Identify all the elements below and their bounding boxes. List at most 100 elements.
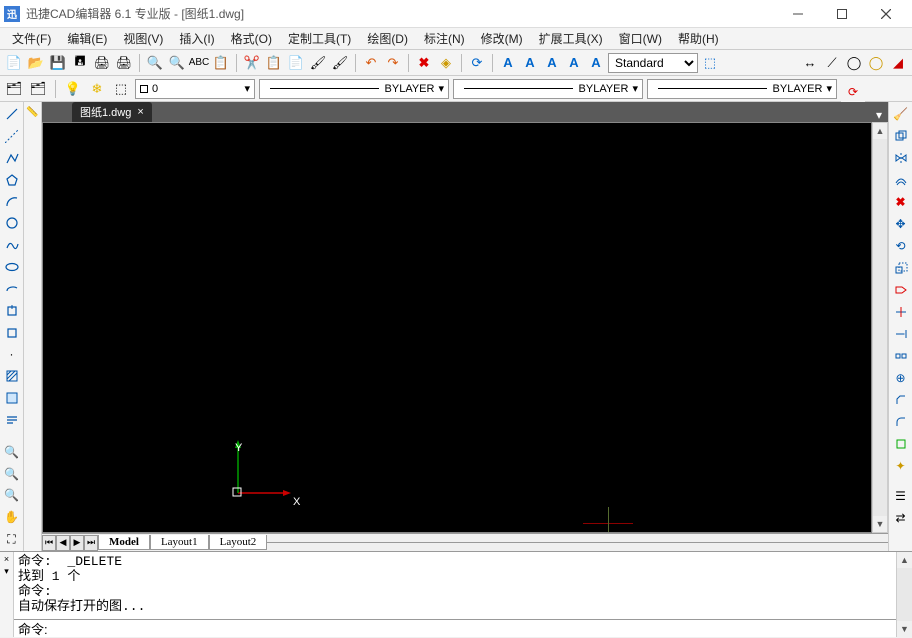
fillet-square-icon[interactable] (891, 434, 911, 454)
layout-nav-prev-icon[interactable]: ◀ (56, 535, 70, 551)
ellipse-tool-icon[interactable] (2, 257, 22, 277)
explode-icon[interactable]: ✦ (891, 456, 911, 476)
layer-prev-icon[interactable]: 🗂 (28, 79, 48, 99)
toggle-icon[interactable]: ⇄ (891, 508, 911, 528)
zoom-extents-icon[interactable]: ⛶ (2, 529, 22, 549)
undo-icon[interactable]: ↶ (361, 53, 381, 73)
layer-manager-icon[interactable]: 🗂 (4, 79, 24, 99)
mirror-icon[interactable] (891, 148, 911, 168)
text-find-icon[interactable]: A (586, 53, 606, 73)
copy-obj-icon[interactable] (891, 126, 911, 146)
polyline-tool-icon[interactable] (2, 148, 22, 168)
print-preview-icon[interactable]: 🖨 (114, 53, 134, 73)
zoom-realtime-icon[interactable]: 🔍 (2, 464, 22, 484)
menu-dimension[interactable]: 标注(N) (416, 28, 473, 49)
cmd-toggle-close-icon[interactable]: × (4, 554, 9, 564)
menu-custom-tools[interactable]: 定制工具(T) (280, 28, 359, 49)
command-scrollbar[interactable]: ▲ ▼ (896, 552, 912, 637)
close-file-icon[interactable]: × (137, 106, 143, 118)
menu-extended-tools[interactable]: 扩展工具(X) (531, 28, 611, 49)
maximize-button[interactable] (820, 0, 864, 28)
find-icon[interactable]: 🔍 (167, 53, 187, 73)
menu-insert[interactable]: 插入(I) (171, 28, 222, 49)
layout-tab-model[interactable]: Model (98, 535, 150, 550)
offset-icon[interactable] (891, 170, 911, 190)
dim-diameter-icon[interactable]: ◯ (866, 53, 886, 73)
command-toggle[interactable]: × ▾ (0, 552, 14, 637)
text-style-dropdown[interactable]: Standard (608, 53, 698, 73)
cmd-toggle-arrow-icon[interactable]: ▾ (4, 566, 9, 577)
layout-nav-last-icon[interactable]: ⏭ (84, 535, 98, 551)
match-properties-icon[interactable]: 🖌 (308, 53, 328, 73)
format-paint-icon[interactable]: 🖌 (330, 53, 350, 73)
move-icon[interactable]: ✥ (891, 214, 911, 234)
select-icon[interactable]: ◈ (436, 53, 456, 73)
region-tool-icon[interactable] (2, 388, 22, 408)
regen-icon[interactable]: ⟳ (467, 53, 487, 73)
properties-icon[interactable]: ☰ (891, 486, 911, 506)
hatch-tool-icon[interactable] (2, 366, 22, 386)
vertical-scrollbar[interactable]: ▲ ▼ (872, 122, 888, 533)
copy-icon[interactable]: 📋 (264, 53, 284, 73)
insert-block-icon[interactable] (2, 301, 22, 321)
preview-icon[interactable]: 🔍 (145, 53, 165, 73)
layout-tab-layout2[interactable]: Layout2 (209, 535, 268, 550)
open-file-icon[interactable]: 📂 (26, 53, 46, 73)
zoom-window-icon[interactable]: 🔍 (2, 442, 22, 462)
chamfer-icon[interactable] (891, 390, 911, 410)
rotate-icon[interactable]: ⟲ (891, 236, 911, 256)
save-all-icon[interactable]: 🖪 (70, 53, 90, 73)
text-edit-icon[interactable]: A (564, 53, 584, 73)
minimize-button[interactable] (776, 0, 820, 28)
layout-nav-next-icon[interactable]: ▶ (70, 535, 84, 551)
lineweight-dropdown[interactable]: BYLAYER▾ (647, 79, 837, 99)
text-height-icon[interactable]: ⬚ (700, 53, 720, 73)
menu-format[interactable]: 格式(O) (223, 28, 280, 49)
save-icon[interactable]: 💾 (48, 53, 68, 73)
print-icon[interactable]: 🖨 (92, 53, 112, 73)
menu-file[interactable]: 文件(F) (4, 28, 59, 49)
redo-icon[interactable]: ↷ (383, 53, 403, 73)
arc-tool-icon[interactable] (2, 191, 22, 211)
drawing-canvas[interactable]: X Y (42, 122, 872, 533)
zoom-previous-icon[interactable]: 🔍 (2, 486, 22, 506)
menu-draw[interactable]: 绘图(D) (359, 28, 416, 49)
dim-aligned-icon[interactable]: ⟋ (822, 53, 842, 73)
distance-tool-icon[interactable]: 📏 (25, 104, 41, 120)
layer-lock-icon[interactable]: ⬚ (111, 79, 131, 99)
refresh-icon[interactable]: ⟳ (843, 82, 863, 102)
linetype-dropdown[interactable]: BYLAYER▾ (453, 79, 643, 99)
delete-icon[interactable]: ✖ (414, 53, 434, 73)
layout-nav-first-icon[interactable]: ⏮ (42, 535, 56, 551)
text-multi-icon[interactable]: A (520, 53, 540, 73)
circle-tool-icon[interactable] (2, 213, 22, 233)
layer-freeze-icon[interactable]: ❄ (87, 79, 107, 99)
line-tool-icon[interactable] (2, 104, 22, 124)
new-file-icon[interactable]: 📄 (4, 53, 24, 73)
scroll-up-icon[interactable]: ▲ (873, 123, 887, 139)
point-tool-icon[interactable]: · (2, 344, 22, 364)
doc-icon[interactable]: 📋 (211, 53, 231, 73)
cmd-scroll-down-icon[interactable]: ▼ (897, 621, 912, 637)
ellipse-arc-tool-icon[interactable] (2, 279, 22, 299)
mtext-tool-icon[interactable] (2, 410, 22, 430)
layer-state-icon[interactable]: 💡 (63, 79, 83, 99)
erase-icon[interactable]: 🧹 (891, 104, 911, 124)
menu-view[interactable]: 视图(V) (115, 28, 171, 49)
scroll-down-icon[interactable]: ▼ (873, 516, 887, 532)
trim-icon[interactable] (891, 302, 911, 322)
break-icon[interactable] (891, 346, 911, 366)
layer-dropdown[interactable]: 0 ▾ (135, 79, 255, 99)
make-block-icon[interactable] (2, 323, 22, 343)
menu-edit[interactable]: 编辑(E) (59, 28, 115, 49)
cut-icon[interactable]: ✂️ (242, 53, 262, 73)
text-style-icon[interactable]: A (542, 53, 562, 73)
scale-icon[interactable] (891, 258, 911, 278)
join-icon[interactable]: ⊕ (891, 368, 911, 388)
polygon-tool-icon[interactable] (2, 170, 22, 190)
menu-help[interactable]: 帮助(H) (670, 28, 727, 49)
spline-tool-icon[interactable] (2, 235, 22, 255)
cmd-scroll-up-icon[interactable]: ▲ (897, 552, 912, 568)
pan-icon[interactable]: ✋ (2, 507, 22, 527)
dim-linear-icon[interactable]: ↔ (800, 53, 820, 73)
